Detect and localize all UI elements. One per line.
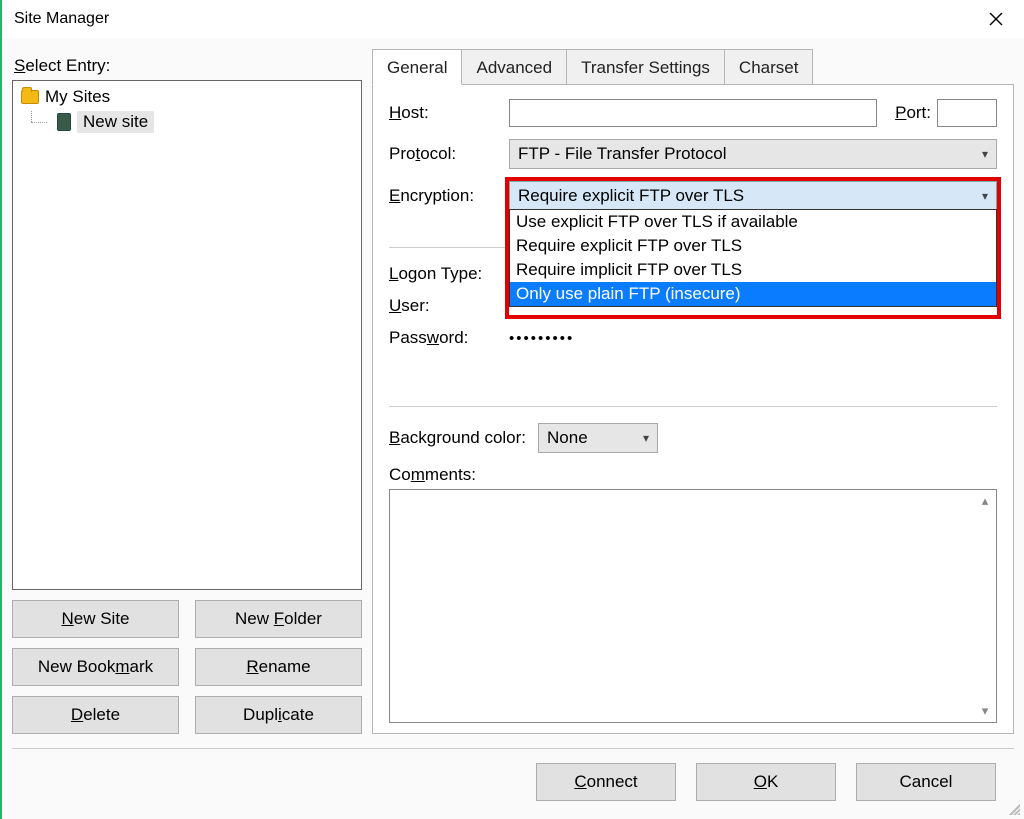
new-site-button[interactable]: New Site: [12, 600, 179, 638]
logon-type-label: Logon Type:: [389, 264, 509, 284]
background-color-value: None: [547, 428, 588, 448]
encryption-dropdown[interactable]: Use explicit FTP over TLS if available R…: [509, 209, 997, 307]
protocol-label: Protocol:: [389, 144, 509, 164]
background-color-label: Background color:: [389, 428, 526, 448]
tabstrip: General Advanced Transfer Settings Chars…: [372, 48, 1014, 84]
chevron-down-icon: ▾: [643, 431, 649, 445]
site-action-buttons: New Site New Folder New Bookmark Rename …: [12, 600, 362, 734]
folder-icon: [21, 90, 39, 104]
general-panel: Host: Port: Protocol: FTP - File Transfe…: [372, 84, 1014, 734]
new-folder-button[interactable]: New Folder: [195, 600, 362, 638]
tab-charset[interactable]: Charset: [724, 49, 814, 84]
encryption-option-3[interactable]: Only use plain FTP (insecure): [510, 282, 996, 306]
port-label: Port:: [895, 103, 931, 123]
right-column: General Advanced Transfer Settings Chars…: [372, 38, 1014, 734]
row-encryption: Encryption: Require explicit FTP over TL…: [389, 181, 997, 211]
protocol-select[interactable]: FTP - File Transfer Protocol ▾: [509, 139, 997, 169]
port-input[interactable]: [937, 99, 997, 127]
tree-root-label: My Sites: [45, 87, 110, 107]
ok-button[interactable]: OK: [696, 763, 836, 801]
encryption-option-1[interactable]: Require explicit FTP over TLS: [510, 234, 996, 258]
background-color-select[interactable]: None ▾: [538, 423, 658, 453]
row-background-color: Background color: None ▾: [389, 423, 997, 453]
select-entry-label: Select Entry:: [14, 56, 362, 76]
new-bookmark-button[interactable]: New Bookmark: [12, 648, 179, 686]
chevron-down-icon: ▾: [982, 147, 988, 161]
row-password: Password: •••••••••: [389, 328, 997, 348]
cancel-button[interactable]: Cancel: [856, 763, 996, 801]
client-area: Select Entry: My Sites New site New Site: [2, 38, 1024, 819]
encryption-value: Require explicit FTP over TLS: [518, 186, 744, 206]
server-icon: [57, 113, 71, 131]
dialog-separator: [12, 748, 1014, 749]
tree-item-new-site[interactable]: New site: [17, 109, 357, 135]
left-column: Select Entry: My Sites New site New Site: [12, 38, 362, 734]
encryption-select[interactable]: Require explicit FTP over TLS ▾: [509, 181, 997, 211]
scroll-down-icon[interactable]: ▾: [976, 702, 994, 720]
close-button[interactable]: [976, 4, 1016, 34]
row-host: Host: Port:: [389, 99, 997, 127]
titlebar: Site Manager: [2, 0, 1024, 38]
separator: [389, 406, 997, 407]
encryption-label: Encryption:: [389, 186, 509, 206]
duplicate-button[interactable]: Duplicate: [195, 696, 362, 734]
protocol-value: FTP - File Transfer Protocol: [518, 144, 726, 164]
tab-advanced[interactable]: Advanced: [461, 49, 567, 84]
site-manager-window: Site Manager Select Entry: My Sites: [0, 0, 1024, 819]
password-value: •••••••••: [509, 330, 997, 347]
delete-button[interactable]: Delete: [12, 696, 179, 734]
resize-grip-icon[interactable]: [1006, 801, 1020, 815]
tree-item-label: New site: [77, 111, 154, 133]
tab-general[interactable]: General: [372, 49, 462, 85]
row-protocol: Protocol: FTP - File Transfer Protocol ▾: [389, 139, 997, 169]
user-label: User:: [389, 296, 509, 316]
dialog-buttons: Connect OK Cancel: [12, 759, 1014, 819]
host-label: Host:: [389, 103, 509, 123]
scroll-up-icon[interactable]: ▴: [976, 492, 994, 510]
tab-transfer-settings[interactable]: Transfer Settings: [566, 49, 725, 84]
chevron-down-icon: ▾: [982, 189, 988, 203]
comments-label: Comments:: [389, 465, 997, 485]
tree-root-my-sites[interactable]: My Sites: [17, 85, 357, 109]
host-input[interactable]: [509, 99, 877, 127]
site-tree[interactable]: My Sites New site: [12, 80, 362, 590]
window-title: Site Manager: [14, 10, 109, 28]
tree-connector-icon: [21, 111, 51, 133]
password-label: Password:: [389, 328, 509, 348]
encryption-option-0[interactable]: Use explicit FTP over TLS if available: [510, 210, 996, 234]
close-icon: [989, 12, 1003, 26]
encryption-option-2[interactable]: Require implicit FTP over TLS: [510, 258, 996, 282]
comments-textarea[interactable]: ▴ ▾: [389, 489, 997, 723]
connect-button[interactable]: Connect: [536, 763, 676, 801]
rename-button[interactable]: Rename: [195, 648, 362, 686]
